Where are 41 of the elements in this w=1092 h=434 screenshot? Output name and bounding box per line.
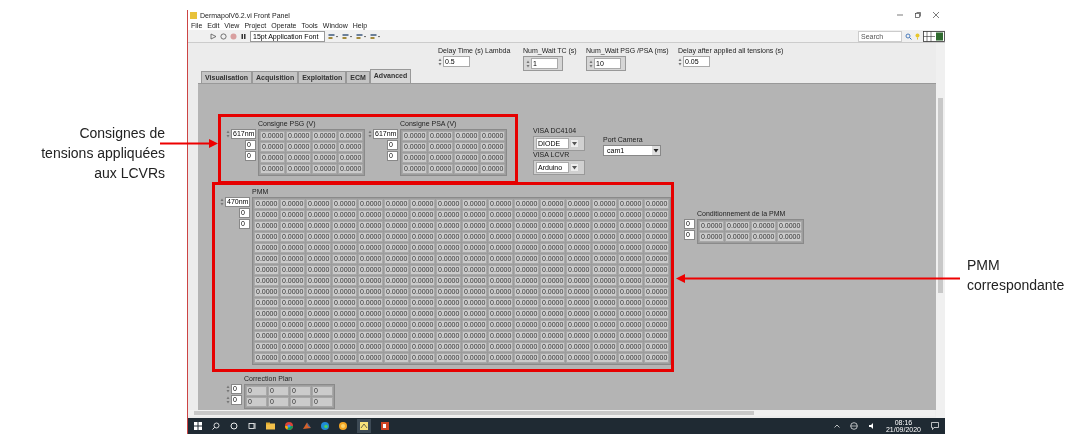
run-arrow-icon[interactable] [210,32,217,40]
slides-icon[interactable] [381,422,389,430]
align-tool-icon[interactable] [356,32,368,40]
increment-arrows[interactable] [220,198,224,206]
circle-icon[interactable] [230,422,238,430]
notification-icon[interactable] [931,422,939,430]
pointer-arrow [160,138,218,148]
run-continuous-icon[interactable] [220,32,227,40]
dropdown-arrow-icon[interactable] [571,164,578,171]
dropdown-arrow-icon[interactable] [652,146,660,155]
browser-icon[interactable] [321,422,329,430]
caret-icon[interactable] [833,424,840,428]
peak-icon[interactable] [303,422,311,430]
increment-arrows[interactable] [226,130,230,138]
task-view-icon[interactable] [248,422,256,430]
network-icon[interactable] [849,422,858,430]
align-tool-icon[interactable] [328,32,340,40]
windows-icon[interactable] [194,422,202,430]
horizontal-scrollbar[interactable] [188,410,935,416]
app-icon [190,11,197,19]
close-icon[interactable] [933,12,939,18]
speaker-icon[interactable] [867,422,876,430]
increment-arrows[interactable] [438,57,442,66]
restore-icon[interactable] [915,12,921,18]
increment-arrows[interactable] [368,130,372,138]
dropdown-arrow-icon[interactable] [571,140,578,147]
browser-icon[interactable] [285,422,293,430]
align-tool-icon[interactable] [370,32,382,40]
folder-icon[interactable] [266,422,275,430]
increment-arrows[interactable] [526,59,530,68]
circle-app-icon[interactable] [339,422,347,430]
pause-icon[interactable] [240,32,247,40]
align-tool-icon[interactable] [342,32,354,40]
annotation-text: PMM correspondante [967,256,1066,295]
search-icon[interactable] [212,422,220,430]
increment-arrows[interactable] [226,396,230,404]
annotation-text: Consignes de tensions appliquées aux LCVRs [40,124,165,183]
increment-arrows[interactable] [589,59,593,68]
increment-arrows[interactable] [226,385,230,393]
increment-arrows[interactable] [678,57,682,66]
vertical-scrollbar[interactable] [936,43,945,418]
